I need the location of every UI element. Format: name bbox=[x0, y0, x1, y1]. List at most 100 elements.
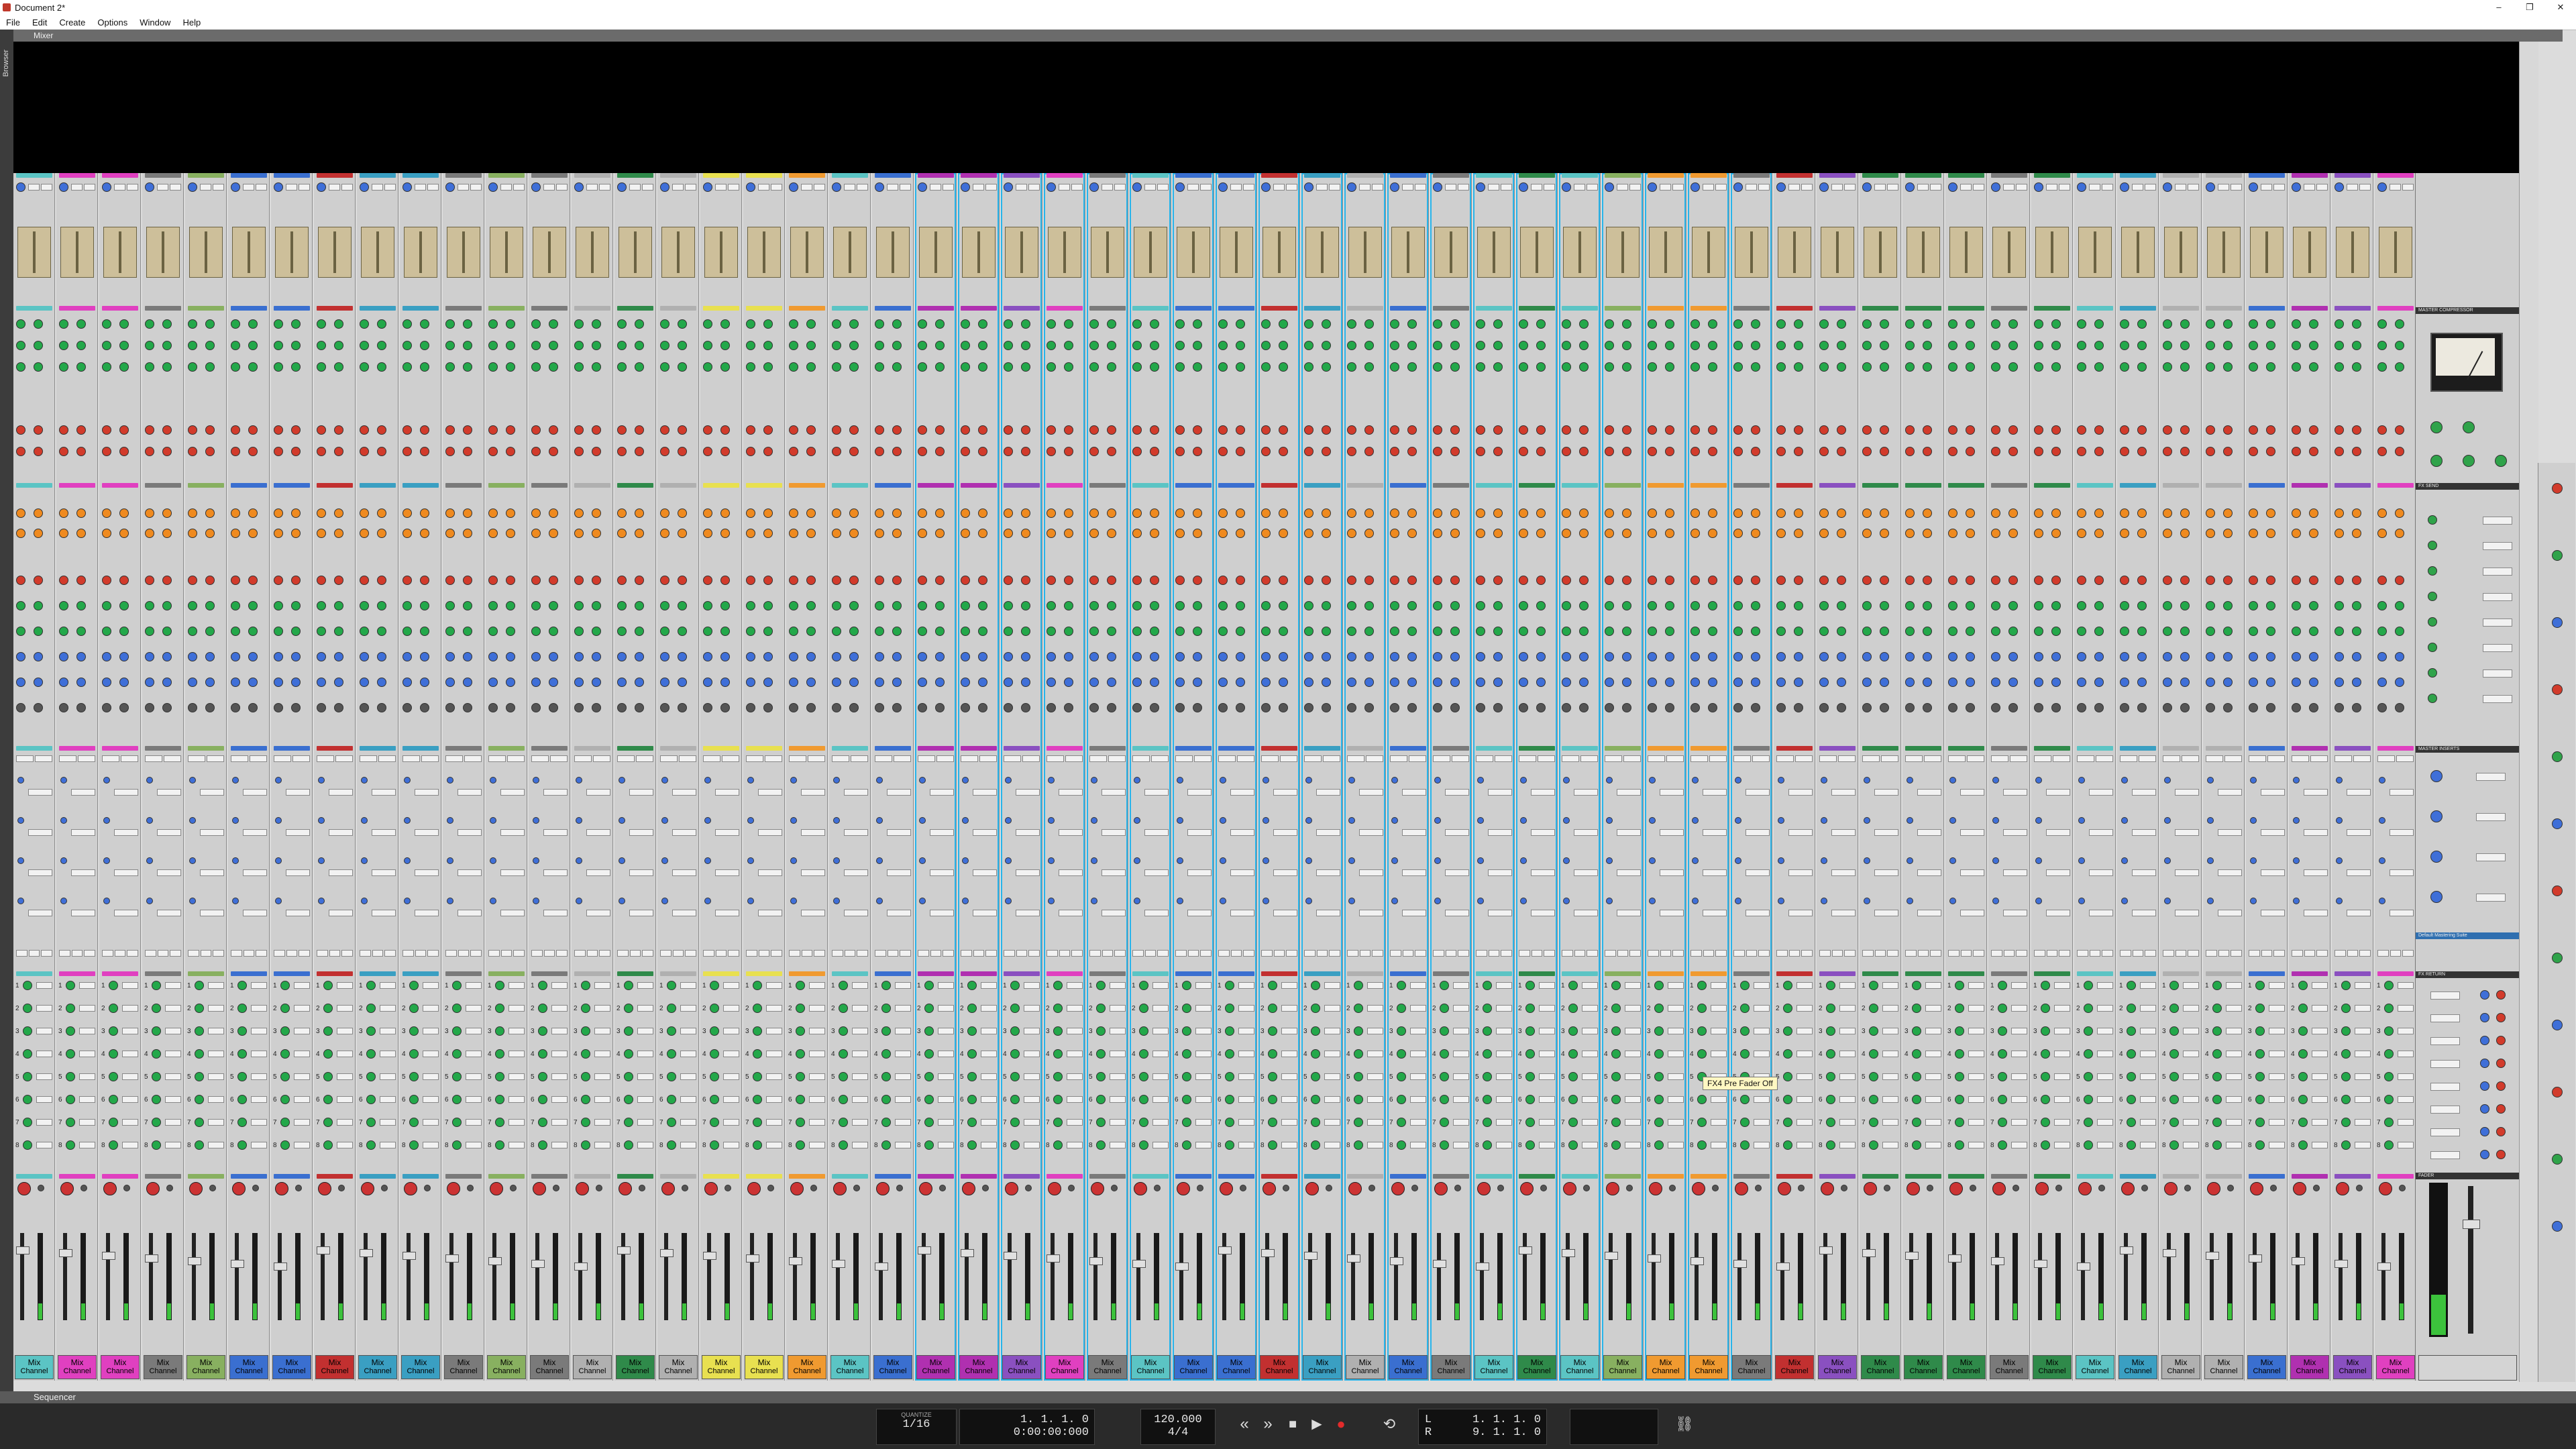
send-level-knob[interactable] bbox=[710, 1049, 719, 1059]
eq-band-knob[interactable] bbox=[1690, 576, 1700, 585]
eq-band-knob[interactable] bbox=[231, 678, 240, 687]
eq-band-knob[interactable] bbox=[1046, 652, 1056, 661]
insert-button[interactable] bbox=[2218, 910, 2242, 916]
width-knob[interactable] bbox=[2098, 1185, 2105, 1191]
eq-band-knob[interactable] bbox=[2266, 678, 2275, 687]
channel-name-block[interactable]: Mix Channel bbox=[1947, 1355, 1986, 1379]
send-level-knob[interactable] bbox=[409, 1026, 419, 1036]
send-level-knob[interactable] bbox=[409, 1140, 419, 1150]
eq-band-knob[interactable] bbox=[720, 601, 730, 610]
gate-knob[interactable] bbox=[445, 425, 455, 435]
eq-band-knob[interactable] bbox=[832, 601, 841, 610]
gate-knob[interactable] bbox=[2137, 447, 2147, 456]
insert-rotary-knob[interactable] bbox=[1263, 898, 1269, 904]
rack-knob[interactable] bbox=[2552, 1154, 2563, 1165]
eq-band-knob[interactable] bbox=[2309, 678, 2318, 687]
send-toggle[interactable] bbox=[2269, 1005, 2285, 1012]
eq-band-knob[interactable] bbox=[918, 703, 927, 712]
eq-band-knob[interactable] bbox=[1021, 576, 1030, 585]
send-toggle[interactable] bbox=[508, 1005, 525, 1012]
dynamics-knob[interactable] bbox=[1193, 319, 1202, 329]
channel-fader[interactable] bbox=[1648, 1254, 1661, 1263]
input-gain-knob[interactable] bbox=[1004, 182, 1013, 192]
dynamics-knob[interactable] bbox=[1862, 319, 1872, 329]
dynamics-knob[interactable] bbox=[1476, 341, 1485, 350]
fx-send-button[interactable] bbox=[2483, 669, 2512, 678]
insert-footer-buttons[interactable] bbox=[1819, 950, 1856, 957]
gate-knob[interactable] bbox=[1046, 425, 1056, 435]
eq-band-knob[interactable] bbox=[635, 627, 644, 636]
eq-band-knob[interactable] bbox=[1579, 627, 1589, 636]
eq-filter-knob[interactable] bbox=[488, 529, 498, 538]
send-toggle[interactable] bbox=[2011, 1073, 2027, 1080]
gate-knob[interactable] bbox=[978, 447, 987, 456]
send-level-knob[interactable] bbox=[195, 1072, 204, 1081]
eq-band-knob[interactable] bbox=[1279, 703, 1288, 712]
eq-band-knob[interactable] bbox=[574, 652, 584, 661]
master-fader[interactable] bbox=[2463, 1220, 2480, 1229]
eq-band-knob[interactable] bbox=[1021, 627, 1030, 636]
gate-knob[interactable] bbox=[1733, 447, 1743, 456]
eq-filter-knob[interactable] bbox=[2249, 508, 2258, 518]
width-knob[interactable] bbox=[467, 1185, 474, 1191]
eq-filter-knob[interactable] bbox=[1021, 529, 1030, 538]
pan-knob[interactable] bbox=[1220, 1182, 1233, 1195]
insert-buttons[interactable] bbox=[1862, 755, 1898, 762]
record-button[interactable]: ● bbox=[1331, 1414, 1351, 1434]
send-toggle[interactable] bbox=[1024, 1005, 1040, 1012]
send-toggle[interactable] bbox=[2355, 982, 2371, 989]
insert-rotary-knob[interactable] bbox=[275, 857, 282, 864]
gate-knob[interactable] bbox=[746, 447, 755, 456]
send-level-knob[interactable] bbox=[538, 1140, 547, 1150]
insert-button[interactable] bbox=[1144, 789, 1169, 796]
pan-knob[interactable] bbox=[1477, 1182, 1491, 1195]
insert-button[interactable] bbox=[1874, 910, 1898, 916]
insert-buttons[interactable] bbox=[1733, 755, 1770, 762]
eq-band-knob[interactable] bbox=[1923, 652, 1932, 661]
eq-band-knob[interactable] bbox=[488, 703, 498, 712]
eq-band-knob[interactable] bbox=[1880, 652, 1889, 661]
dynamics-knob[interactable] bbox=[1690, 362, 1700, 372]
eq-band-knob[interactable] bbox=[1193, 652, 1202, 661]
eq-band-knob[interactable] bbox=[402, 576, 412, 585]
eq-band-knob[interactable] bbox=[1605, 652, 1614, 661]
send-toggle[interactable] bbox=[1668, 1119, 1684, 1126]
send-level-knob[interactable] bbox=[1354, 1095, 1363, 1104]
insert-buttons[interactable] bbox=[703, 755, 739, 762]
send-toggle[interactable] bbox=[2312, 1005, 2328, 1012]
send-level-knob[interactable] bbox=[1096, 1072, 1106, 1081]
send-level-knob[interactable] bbox=[1440, 1026, 1449, 1036]
insert-buttons[interactable] bbox=[2077, 755, 2113, 762]
dynamics-knob[interactable] bbox=[1562, 341, 1571, 350]
eq-band-knob[interactable] bbox=[1175, 703, 1185, 712]
eq-filter-knob[interactable] bbox=[1493, 508, 1503, 518]
eq-band-knob[interactable] bbox=[2292, 627, 2301, 636]
send-toggle[interactable] bbox=[895, 1142, 911, 1148]
send-toggle[interactable] bbox=[36, 1005, 52, 1012]
insert-button[interactable] bbox=[157, 869, 181, 876]
eq-band-knob[interactable] bbox=[617, 652, 627, 661]
eq-band-knob[interactable] bbox=[506, 601, 515, 610]
insert-rotary-knob[interactable] bbox=[146, 857, 153, 864]
eq-band-knob[interactable] bbox=[1132, 601, 1142, 610]
eq-band-knob[interactable] bbox=[488, 652, 498, 661]
gate-knob[interactable] bbox=[918, 425, 927, 435]
eq-band-knob[interactable] bbox=[1991, 601, 2000, 610]
eq-band-knob[interactable] bbox=[1150, 703, 1159, 712]
fx-return-pan-knob[interactable] bbox=[2496, 1059, 2506, 1068]
insert-buttons[interactable] bbox=[1519, 755, 1555, 762]
dynamics-knob[interactable] bbox=[377, 341, 386, 350]
send-toggle[interactable] bbox=[508, 1096, 525, 1103]
eq-band-knob[interactable] bbox=[2034, 652, 2043, 661]
eq-band-knob[interactable] bbox=[1622, 703, 1631, 712]
channel-fader[interactable] bbox=[617, 1246, 631, 1254]
eq-band-knob[interactable] bbox=[1923, 678, 1932, 687]
insert-footer-buttons[interactable] bbox=[2249, 950, 2286, 957]
input-gain-knob[interactable] bbox=[1519, 182, 1528, 192]
eq-band-knob[interactable] bbox=[506, 703, 515, 712]
eq-filter-knob[interactable] bbox=[2077, 508, 2086, 518]
dynamics-knob[interactable] bbox=[2034, 341, 2043, 350]
send-level-knob[interactable] bbox=[667, 1049, 676, 1059]
gate-knob[interactable] bbox=[162, 425, 172, 435]
gate-knob[interactable] bbox=[1261, 447, 1271, 456]
